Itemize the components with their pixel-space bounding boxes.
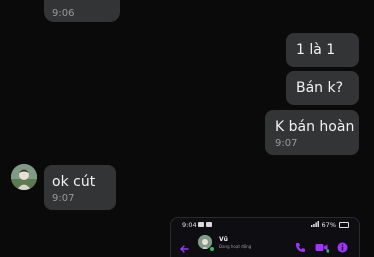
sender-avatar[interactable] [11,164,37,190]
message-sent-1-la-1[interactable]: 1 là 1 [286,33,359,67]
back-arrow-icon[interactable] [179,239,189,253]
status-time: 9:04 [182,221,197,229]
message-text: Bán k? [296,80,344,96]
message-text: 1 là 1 [296,42,336,58]
message-sent-k-ban-hoan[interactable]: K bán hoàn 9:07 [265,110,359,155]
image-attachment-screenshot[interactable]: 9:04 67% Vũ Đang hoạt động [170,217,360,257]
phone-icon[interactable] [295,238,306,257]
info-icon[interactable] [337,238,348,257]
chat-thread[interactable]: 9:06 1 là 1 Bán k? K bán hoàn 9:07 ok cú… [0,0,374,257]
online-indicator [209,246,215,252]
contact-status: Đang hoạt động [219,244,252,249]
status-right: 67% [310,218,349,232]
battery-icon [339,222,349,228]
message-received-ok-cut[interactable]: ok cút 9:07 [44,165,116,210]
battery-percent: 67% [321,221,336,229]
phone-status-bar: 9:04 67% [171,218,359,232]
signal-icon [310,218,319,232]
notification-icons [198,222,212,227]
contact-name: Vũ [219,236,228,243]
video-camera-icon[interactable] [315,238,330,257]
avatar-image [11,164,37,190]
message-time: 9:06 [52,8,75,19]
message-received-top[interactable]: 9:06 [44,0,120,22]
message-sent-ban-k[interactable]: Bán k? [286,71,359,105]
message-text: K bán hoàn [275,119,355,135]
message-time: 9:07 [52,193,75,204]
message-text: ok cút [52,174,96,190]
conversation-header: Vũ Đang hoạt động [171,233,359,255]
message-time: 9:07 [275,138,298,149]
